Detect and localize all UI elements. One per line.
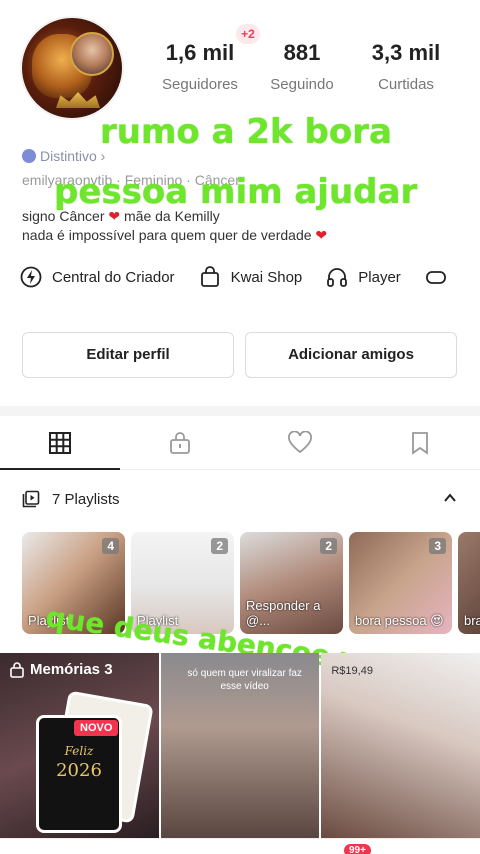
shield-icon (22, 149, 36, 163)
bio-line-1: signo Câncer (22, 208, 105, 224)
player-label: Player (358, 268, 401, 286)
heart-outline-icon (288, 430, 312, 453)
profile-avatar[interactable] (20, 16, 124, 120)
heart-icon: ❤ (108, 208, 121, 224)
collapse-playlists-button[interactable] (442, 490, 458, 511)
memories-label: Memórias 3 (10, 661, 113, 678)
likes-count: 3,3 mil (371, 40, 441, 65)
profile-bio: signo Câncer ❤ mãe da Kemilly nada é imp… (22, 207, 327, 245)
likes-stat[interactable]: 3,3 mil Curtidas (356, 40, 456, 93)
video-thumbnail[interactable]: R$19,49 (321, 653, 480, 838)
tab-videos[interactable] (0, 416, 120, 470)
card-year: 2026 (56, 760, 102, 781)
lock-icon (170, 431, 190, 454)
bio-line-2: nada é impossível para quem quer de verd… (22, 227, 312, 243)
tab-saved[interactable] (360, 416, 480, 469)
edit-profile-button[interactable]: Editar perfil (22, 332, 234, 378)
bottom-navigation (0, 838, 480, 854)
profile-tabs (0, 416, 480, 470)
distintivo-link[interactable]: Distintivo › (22, 148, 105, 164)
playlist-count: 2 (211, 538, 228, 554)
video-thumbnail[interactable]: só quem quer viralizar faz esse vídeo (160, 653, 320, 838)
playlist-caption: bra (464, 613, 480, 628)
followers-stat[interactable]: 1,6 mil Seguidores (150, 40, 250, 93)
kwai-shop-link[interactable]: Kwai Shop (199, 266, 303, 288)
add-friends-button[interactable]: Adicionar amigos (245, 332, 457, 378)
player-link[interactable]: Player (326, 266, 401, 288)
more-tools-link[interactable] (425, 266, 447, 288)
video-grid: Memórias 3 Feliz 2026 só quem quer viral… (0, 653, 480, 838)
memories-text: Memórias 3 (30, 661, 113, 678)
lock-icon (10, 661, 24, 678)
portrait-image (70, 32, 114, 76)
creator-center-link[interactable]: Central do Criador (20, 266, 175, 288)
headphones-icon (326, 266, 348, 288)
following-label: Seguindo (270, 76, 334, 93)
playlist-card[interactable]: 2 Responder a @... (240, 532, 343, 634)
playlist-caption: bora pessoa 😍 (355, 613, 444, 628)
followers-label: Seguidores (162, 76, 238, 93)
video-caption: só quem quer viralizar faz esse vídeo (187, 668, 302, 692)
gamepad-icon (425, 266, 447, 288)
shopping-bag-icon (199, 266, 221, 288)
creator-tools-row: Central do Criador Kwai Shop Player (20, 266, 447, 288)
playlist-icon (22, 490, 40, 508)
overlay-caption-2: pessoa mim ajudar (54, 172, 418, 212)
notifications-badge: 99+ (344, 844, 371, 854)
playlist-caption: Responder a @... (246, 598, 321, 628)
bio-line-1b: mãe da Kemilly (124, 208, 220, 224)
video-price: R$19,49 (331, 665, 373, 677)
memories-cell[interactable]: Memórias 3 Feliz 2026 (0, 653, 159, 838)
following-count: 881 (283, 40, 321, 65)
tab-liked[interactable] (240, 416, 360, 469)
heart-icon: ❤ (315, 227, 328, 243)
playlists-count-label: 7 Playlists (52, 490, 120, 508)
grid-icon (49, 431, 71, 454)
tab-private[interactable] (120, 416, 240, 469)
playlist-count: 3 (429, 538, 446, 554)
followers-count: 1,6 mil (165, 40, 235, 65)
section-divider (0, 406, 480, 416)
likes-label: Curtidas (378, 76, 434, 93)
playlists-header[interactable]: 7 Playlists (22, 490, 120, 508)
creator-center-label: Central do Criador (52, 268, 175, 286)
card-title: Feliz (64, 744, 94, 758)
bookmark-icon (412, 431, 428, 455)
overlay-caption-1: rumo a 2k bora (100, 112, 392, 152)
following-stat[interactable]: 881 Seguindo (252, 40, 352, 93)
playlist-count: 4 (102, 538, 119, 554)
kwai-shop-label: Kwai Shop (230, 268, 303, 286)
distintivo-label: Distintivo › (40, 148, 106, 164)
chevron-up-icon (444, 493, 456, 502)
playlist-card[interactable]: bra (458, 532, 480, 634)
playlist-count: 2 (320, 538, 337, 554)
new-badge: NOVO (74, 720, 119, 736)
lightning-icon (20, 266, 42, 288)
playlist-card[interactable]: 3 bora pessoa 😍 (349, 532, 452, 634)
